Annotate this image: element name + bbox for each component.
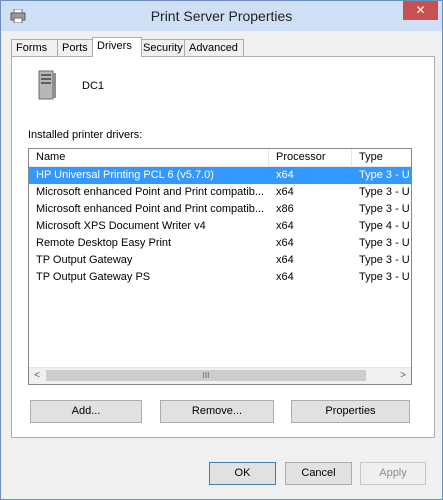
driver-type: Type 3 - U [359, 169, 410, 181]
horizontal-scrollbar[interactable]: < III > [29, 367, 411, 384]
table-row[interactable]: TP Output Gateway PS x64 Type 3 - U [29, 269, 411, 286]
driver-type: Type 3 - U [359, 271, 410, 283]
drivers-list[interactable]: Name Processor Type HP Universal Printin… [28, 148, 412, 385]
driver-type: Type 3 - U [359, 254, 410, 266]
title-bar[interactable]: Print Server Properties ✕ [1, 1, 442, 31]
driver-processor: x64 [276, 186, 294, 198]
installed-drivers-label: Installed printer drivers: [28, 129, 143, 141]
ok-button[interactable]: OK [209, 462, 276, 485]
apply-button[interactable]: Apply [360, 462, 426, 485]
driver-name: TP Output Gateway PS [36, 271, 151, 283]
driver-name: Microsoft enhanced Point and Print compa… [36, 186, 265, 198]
driver-processor: x64 [276, 254, 294, 266]
driver-processor: x64 [276, 220, 294, 232]
remove-driver-button[interactable]: Remove... [160, 400, 274, 423]
close-icon: ✕ [415, 3, 426, 17]
add-driver-button[interactable]: Add... [30, 400, 142, 423]
close-button[interactable]: ✕ [403, 1, 438, 20]
driver-type: Type 4 - U [359, 220, 410, 232]
print-server-properties-window: Print Server Properties ✕ Forms Ports Dr… [0, 0, 443, 500]
table-row[interactable]: Microsoft enhanced Point and Print compa… [29, 184, 411, 201]
table-row[interactable]: TP Output Gateway x64 Type 3 - U [29, 252, 411, 269]
column-header-name[interactable]: Name [29, 149, 269, 166]
tab-security[interactable]: Security [138, 39, 189, 56]
table-row[interactable]: HP Universal Printing PCL 6 (v5.7.0) x64… [29, 167, 411, 184]
driver-name: TP Output Gateway [36, 254, 133, 266]
scroll-right-button[interactable]: > [395, 368, 411, 384]
driver-processor: x64 [276, 271, 294, 283]
tab-drivers[interactable]: Drivers [92, 37, 142, 57]
driver-type: Type 3 - U [359, 237, 410, 249]
column-header-type[interactable]: Type [352, 149, 411, 166]
table-row[interactable]: Remote Desktop Easy Print x64 Type 3 - U [29, 235, 411, 252]
driver-type: Type 3 - U [359, 186, 410, 198]
tab-forms[interactable]: Forms [11, 39, 59, 56]
driver-processor: x64 [276, 237, 294, 249]
driver-name: Microsoft XPS Document Writer v4 [36, 220, 206, 232]
chevron-left-icon: < [34, 370, 40, 381]
driver-properties-button[interactable]: Properties [291, 400, 410, 423]
driver-processor: x86 [276, 203, 294, 215]
tab-ports[interactable]: Ports [57, 39, 97, 56]
server-name: DC1 [82, 80, 105, 92]
driver-type: Type 3 - U [359, 203, 410, 215]
driver-name: HP Universal Printing PCL 6 (v5.7.0) [36, 169, 214, 181]
chevron-right-icon: > [400, 370, 406, 381]
server-icon [38, 70, 56, 100]
driver-name: Microsoft enhanced Point and Print compa… [36, 203, 265, 215]
grip-icon: III [202, 371, 210, 380]
tab-strip: Forms Ports Drivers Security Advanced [11, 37, 441, 57]
list-header: Name Processor Type [29, 149, 411, 167]
driver-rows: HP Universal Printing PCL 6 (v5.7.0) x64… [29, 167, 411, 286]
scroll-left-button[interactable]: < [29, 368, 45, 384]
tab-advanced[interactable]: Advanced [184, 39, 244, 56]
driver-name: Remote Desktop Easy Print [36, 237, 172, 249]
column-header-processor[interactable]: Processor [269, 149, 352, 166]
driver-processor: x64 [276, 169, 294, 181]
scrollbar-thumb[interactable]: III [46, 370, 366, 381]
table-row[interactable]: Microsoft enhanced Point and Print compa… [29, 201, 411, 218]
cancel-button[interactable]: Cancel [285, 462, 352, 485]
drivers-panel: DC1 Installed printer drivers: Name Proc… [11, 56, 435, 438]
table-row[interactable]: Microsoft XPS Document Writer v4 x64 Typ… [29, 218, 411, 235]
window-title: Print Server Properties [150, 8, 293, 24]
